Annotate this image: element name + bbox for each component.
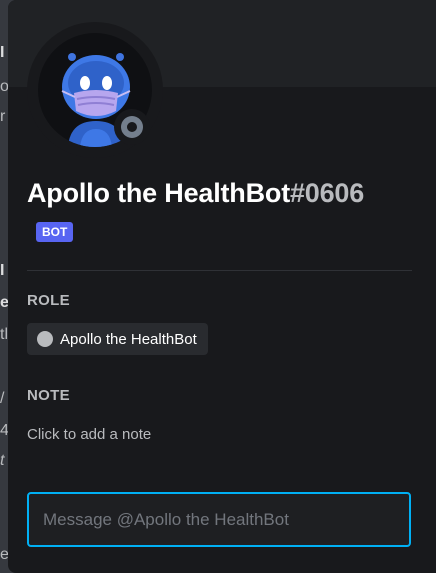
message-input-wrapper: [27, 492, 411, 547]
discriminator-text: #0606: [289, 178, 365, 208]
profile-username: Apollo the HealthBot#0606: [27, 178, 364, 209]
role-name: Apollo the HealthBot: [60, 330, 197, 348]
background-text: I: [0, 44, 5, 61]
background-text: /: [0, 390, 5, 407]
background-text: tl: [0, 326, 8, 343]
background-text: t: [0, 452, 5, 469]
role-color-dot-icon[interactable]: [37, 331, 53, 347]
note-input[interactable]: Click to add a note: [27, 426, 151, 443]
username-text: Apollo the HealthBot: [27, 178, 290, 208]
message-input[interactable]: [29, 494, 409, 545]
status-indicator: [114, 109, 150, 145]
role-pill: Apollo the HealthBot: [27, 323, 208, 355]
background-text: I: [0, 262, 5, 279]
offline-status-icon: [121, 116, 143, 138]
background-text: o: [0, 78, 8, 95]
role-section-title: ROLE: [27, 292, 70, 309]
background-text: 4: [0, 422, 8, 439]
background-text: r: [0, 108, 6, 125]
note-section-title: NOTE: [27, 387, 70, 404]
background-text: e: [0, 294, 8, 311]
bot-tag: BOT: [36, 222, 74, 242]
avatar-wrapper: [27, 22, 163, 158]
background-text: e: [0, 546, 8, 563]
user-profile-popout: Apollo the HealthBot#0606 BOT ROLE Apoll…: [8, 0, 436, 573]
divider: [27, 270, 412, 271]
